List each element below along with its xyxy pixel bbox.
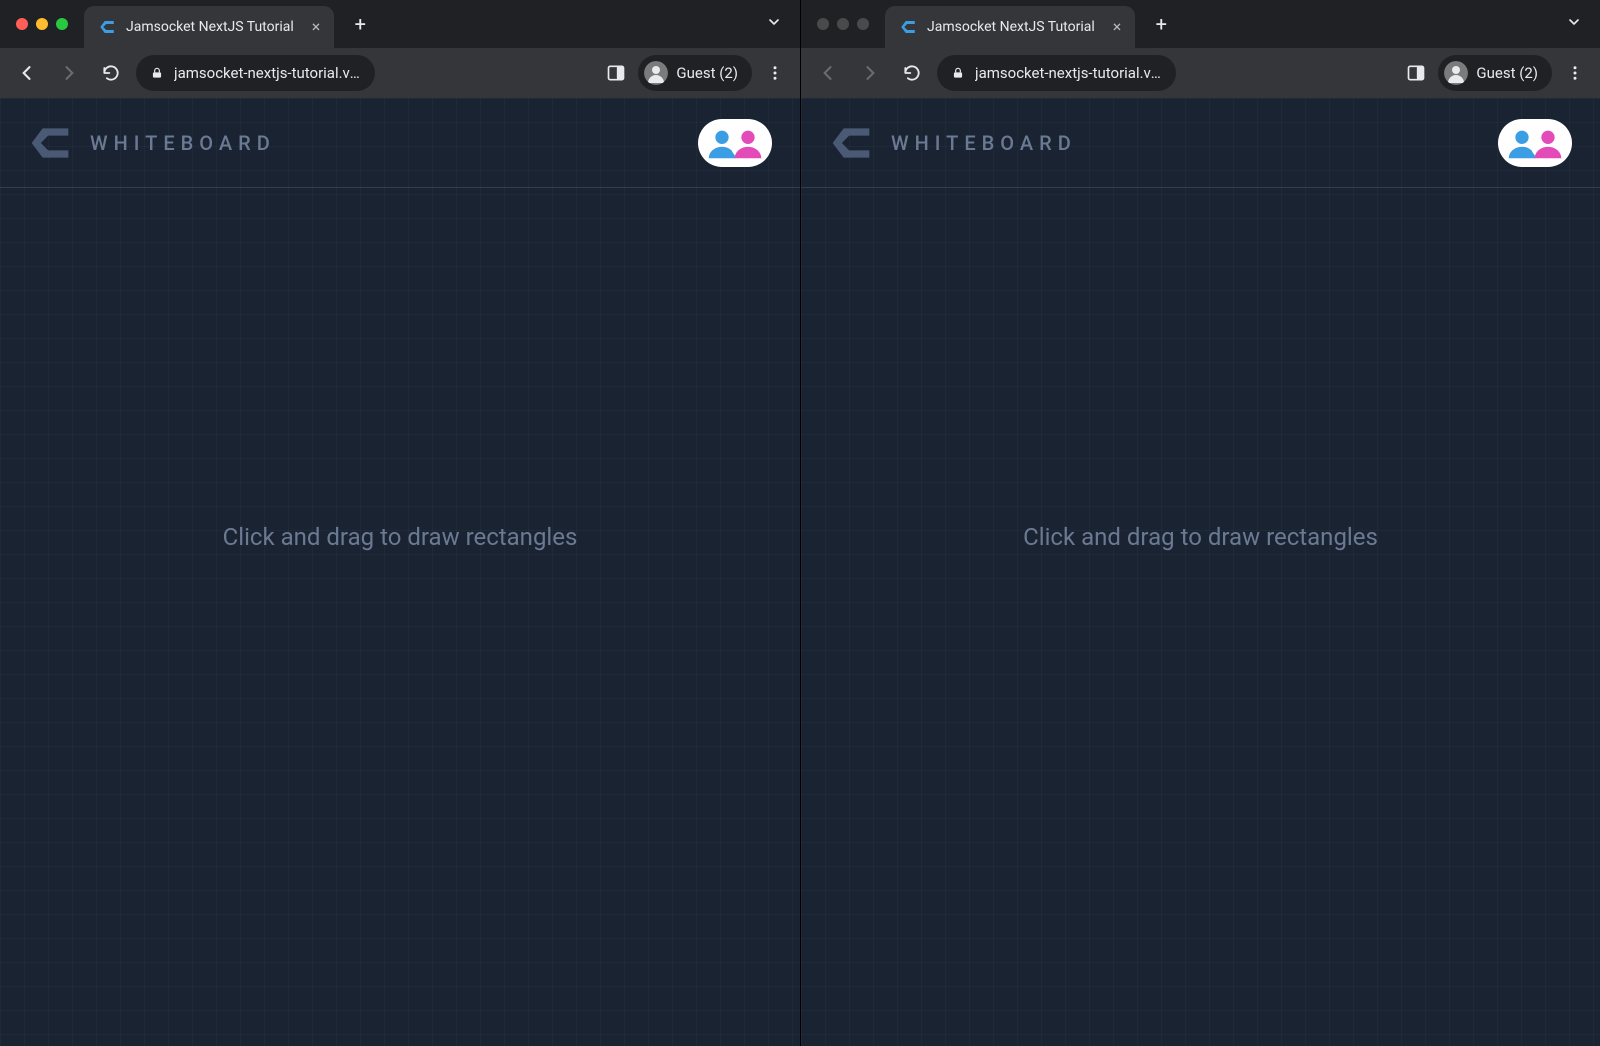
reload-button[interactable] [94,56,128,90]
tab-bar: Jamsocket NextJS Tutorial × + [801,0,1600,48]
kebab-menu-button[interactable] [760,58,790,88]
close-tab-button[interactable]: × [312,19,321,35]
app-logo-icon [28,121,72,165]
window-controls [16,18,68,30]
app-viewport: WHITEBOARD Click and drag to draw rectan… [0,98,800,1046]
new-tab-button[interactable]: + [1147,10,1175,38]
canvas-placeholder: Click and drag to draw rectangles [1023,523,1378,551]
favicon-icon [899,18,917,36]
url-text: jamsocket-nextjs-tutorial.vercel... [975,64,1162,82]
whiteboard-canvas[interactable]: Click and drag to draw rectangles [801,188,1600,1046]
reload-button[interactable] [895,56,929,90]
maximize-window-button[interactable] [56,18,68,30]
close-tab-button[interactable]: × [1113,19,1122,35]
browser-window-right: Jamsocket NextJS Tutorial × + jamsocket-… [800,0,1600,1046]
presence-indicator[interactable] [1498,119,1572,167]
canvas-placeholder: Click and drag to draw rectangles [223,523,578,551]
guest-avatar-icon [644,61,668,85]
profile-label: Guest (2) [1476,64,1538,82]
profile-label: Guest (2) [676,64,738,82]
tab-search-button[interactable] [1556,10,1592,38]
back-button[interactable] [10,56,44,90]
presence-avatar-2 [1528,123,1568,163]
window-controls [817,18,869,30]
minimize-window-button[interactable] [36,18,48,30]
browser-tab[interactable]: Jamsocket NextJS Tutorial × [84,6,334,48]
address-bar[interactable]: jamsocket-nextjs-tutorial.vercel... [136,55,375,91]
tab-title: Jamsocket NextJS Tutorial [927,19,1095,35]
toolbar: jamsocket-nextjs-tutorial.vercel... Gues… [0,48,800,98]
guest-avatar-icon [1444,61,1468,85]
close-window-button[interactable] [16,18,28,30]
app-header: WHITEBOARD [0,98,800,188]
app-header: WHITEBOARD [801,98,1600,188]
app-title: WHITEBOARD [891,131,1077,155]
app-logo-icon [829,121,873,165]
minimize-window-button[interactable] [837,18,849,30]
forward-button[interactable] [853,56,887,90]
whiteboard-canvas[interactable]: Click and drag to draw rectangles [0,188,800,1046]
toolbar: jamsocket-nextjs-tutorial.vercel... Gues… [801,48,1600,98]
side-panel-button[interactable] [1402,59,1430,87]
maximize-window-button[interactable] [857,18,869,30]
profile-button[interactable]: Guest (2) [1438,55,1552,91]
tab-search-button[interactable] [756,10,792,38]
lock-icon [150,66,164,80]
app-title: WHITEBOARD [90,131,276,155]
url-text: jamsocket-nextjs-tutorial.vercel... [174,64,361,82]
side-panel-button[interactable] [602,59,630,87]
browser-window-left: Jamsocket NextJS Tutorial × + jamsocket-… [0,0,800,1046]
favicon-icon [98,18,116,36]
forward-button[interactable] [52,56,86,90]
address-bar[interactable]: jamsocket-nextjs-tutorial.vercel... [937,55,1176,91]
presence-indicator[interactable] [698,119,772,167]
browser-tab[interactable]: Jamsocket NextJS Tutorial × [885,6,1135,48]
kebab-menu-button[interactable] [1560,58,1590,88]
lock-icon [951,66,965,80]
profile-button[interactable]: Guest (2) [638,55,752,91]
back-button[interactable] [811,56,845,90]
tab-bar: Jamsocket NextJS Tutorial × + [0,0,800,48]
app-viewport: WHITEBOARD Click and drag to draw rectan… [801,98,1600,1046]
tab-title: Jamsocket NextJS Tutorial [126,19,294,35]
close-window-button[interactable] [817,18,829,30]
new-tab-button[interactable]: + [346,10,374,38]
presence-avatar-2 [728,123,768,163]
